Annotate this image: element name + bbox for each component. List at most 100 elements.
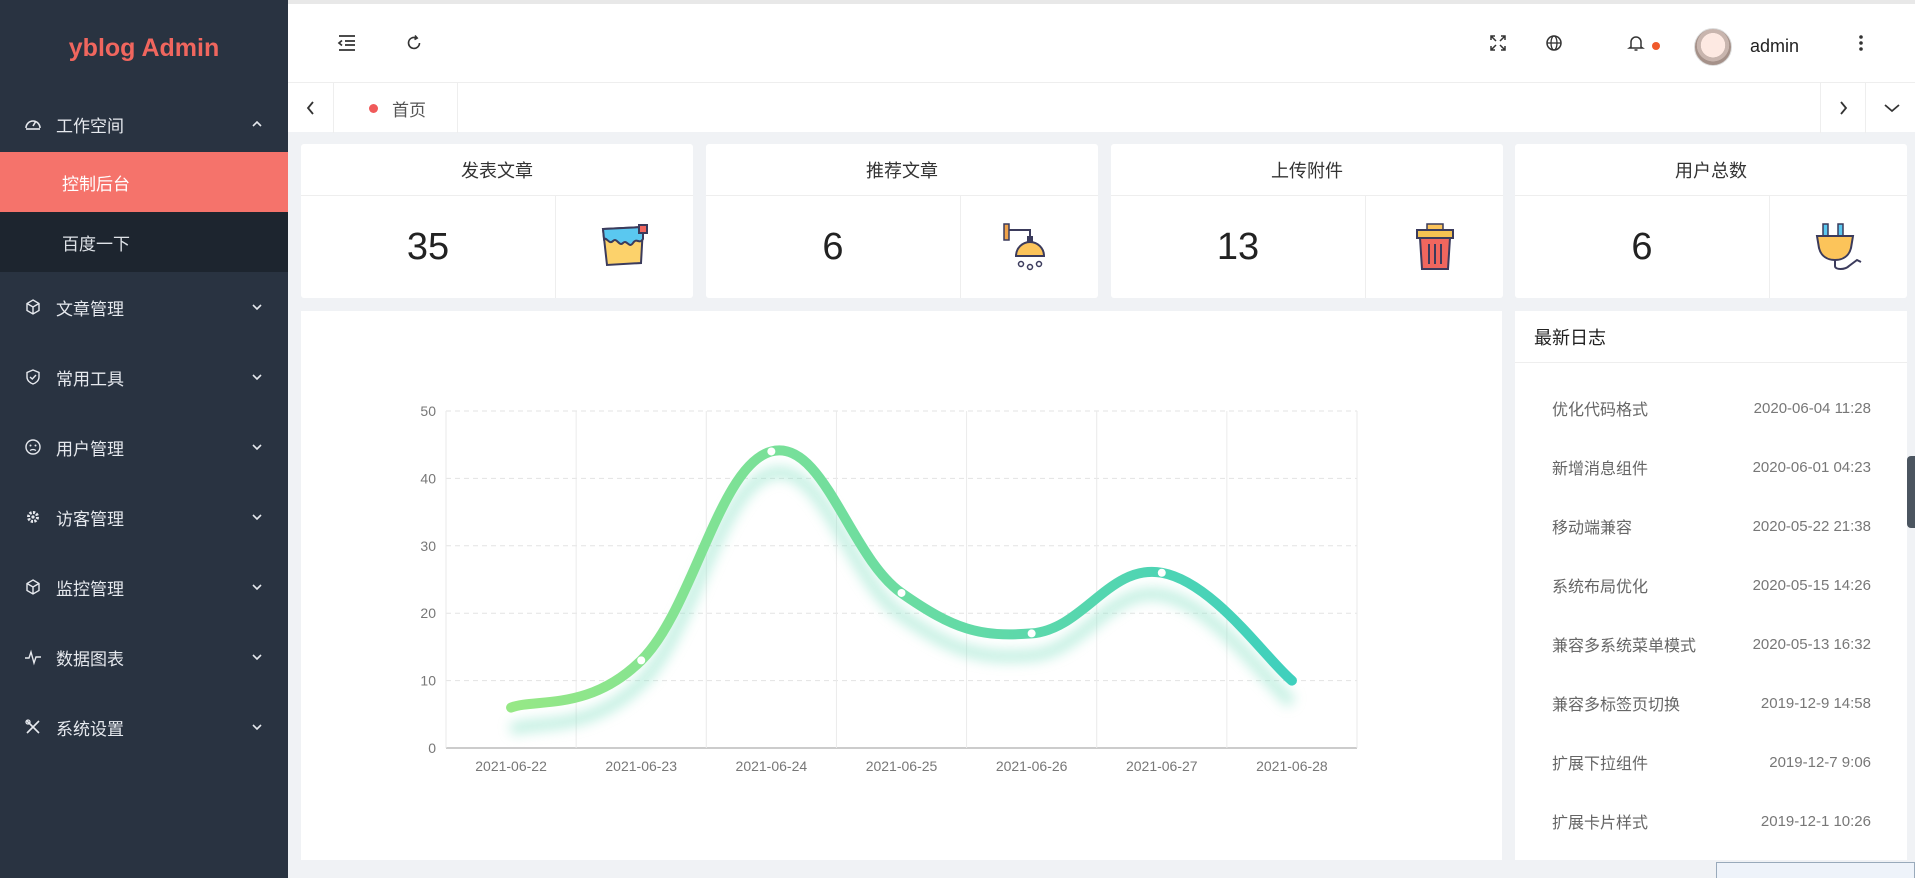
log-item: 新增消息组件 2020-06-01 04:23 (1552, 455, 1871, 479)
y-tick-label: 0 (428, 740, 436, 756)
dashboard-icon (24, 115, 42, 133)
data-point (1157, 568, 1166, 577)
menu-visitors[interactable]: 访客管理 (0, 482, 288, 552)
stat-value: 6 (1515, 196, 1770, 298)
shield-icon (24, 368, 42, 386)
globe-icon[interactable] (1543, 32, 1565, 54)
log-item-time: 2019-12-1 10:26 (1760, 812, 1871, 830)
chevron-down-icon (252, 444, 262, 451)
menu-articles[interactable]: 文章管理 (0, 272, 288, 342)
tab-home-label: 首页 (392, 100, 426, 121)
chevron-down-icon (252, 514, 262, 521)
menu-collapse-icon[interactable] (336, 32, 358, 54)
log-item-time: 2019-12-9 14:58 (1760, 694, 1871, 712)
pulse-icon (24, 648, 42, 666)
log-item-time: 2020-05-15 14:26 (1752, 576, 1871, 594)
sidebar-item-dashboard[interactable]: 控制后台 (0, 152, 288, 212)
menu-settings-label: 系统设置 (56, 719, 124, 740)
stat-value: 6 (706, 196, 961, 298)
log-item-time: 2019-12-7 9:06 (1769, 753, 1871, 771)
x-tick-label: 2021-06-24 (736, 758, 808, 774)
username[interactable]: admin (1750, 36, 1799, 57)
chevron-down-icon (252, 584, 262, 591)
data-point (897, 588, 906, 597)
stat-value: 13 (1111, 196, 1366, 298)
stat-card-articles: 发表文章 35 (301, 144, 693, 298)
sidebar-item-baidu[interactable]: 百度一下 (0, 212, 288, 272)
chevron-up-icon (252, 120, 262, 127)
stat-card-users: 用户总数 6 (1515, 144, 1907, 298)
y-tick-label: 30 (420, 538, 436, 554)
x-tick-label: 2021-06-26 (996, 758, 1068, 774)
log-item-name: 扩展下拉组件 (1552, 754, 1649, 773)
y-tick-label: 10 (420, 673, 436, 689)
more-vertical-icon[interactable] (1850, 32, 1872, 54)
menu-settings[interactable]: 系统设置 (0, 692, 288, 762)
data-point (767, 447, 776, 456)
log-item-name: 系统布局优化 (1552, 577, 1649, 596)
chevron-down-icon (252, 374, 262, 381)
x-tick-label: 2021-06-22 (475, 758, 547, 774)
paint-bucket-icon (556, 196, 693, 298)
face-icon (24, 438, 42, 456)
x-tick-label: 2021-06-25 (866, 758, 938, 774)
tab-scroll-right-icon[interactable] (1820, 83, 1866, 133)
menu-tools-label: 常用工具 (56, 369, 124, 390)
y-tick-label: 20 (420, 605, 436, 621)
menu-visitors-label: 访客管理 (56, 509, 124, 530)
stat-title: 用户总数 (1515, 144, 1907, 196)
log-item-name: 新增消息组件 (1552, 459, 1649, 478)
side-scroll-handle[interactable] (1907, 456, 1915, 528)
stat-value: 35 (301, 196, 556, 298)
recent-log-panel: 最新日志 优化代码格式 2020-06-04 11:28 新增消息组件 2020-06… (1515, 311, 1907, 860)
fullscreen-icon[interactable] (1487, 32, 1509, 54)
log-item: 兼容多系统菜单模式 2020-05-13 16:32 (1552, 632, 1871, 656)
avatar[interactable] (1694, 28, 1732, 66)
log-item: 扩展卡片样式 2019-12-1 10:26 (1552, 809, 1871, 833)
ime-toolbar[interactable] (1716, 862, 1915, 878)
data-point (1027, 629, 1036, 638)
menu-monitor[interactable]: 监控管理 (0, 552, 288, 622)
chevron-down-icon (252, 304, 262, 311)
cube-icon (24, 578, 42, 596)
log-item-name: 移动端兼容 (1552, 518, 1633, 537)
stat-title: 发表文章 (301, 144, 693, 196)
log-item-time: 2020-05-13 16:32 (1752, 635, 1871, 653)
log-item-name: 兼容多标签页切换 (1552, 695, 1681, 714)
menu-users[interactable]: 用户管理 (0, 412, 288, 482)
line-chart: 0 10 20 30 40 50 2021-06-22 2021-06-23 2021-06-2… (420, 403, 1358, 774)
menu-tools[interactable]: 常用工具 (0, 342, 288, 412)
log-item-time: 2020-05-22 21:38 (1752, 517, 1871, 535)
stat-title: 推荐文章 (706, 144, 1098, 196)
stat-card-recommended: 推荐文章 6 (706, 144, 1098, 298)
tab-scroll-left-icon[interactable] (288, 83, 334, 133)
x-tick-label: 2021-06-27 (1126, 758, 1198, 774)
menu-workspace-label: 工作空间 (56, 116, 124, 137)
chevron-down-icon (252, 724, 262, 731)
top-header: admin (288, 0, 1915, 82)
refresh-icon[interactable] (403, 32, 425, 54)
log-item-name: 兼容多系统菜单模式 (1552, 636, 1697, 655)
active-tab-dot (369, 103, 378, 113)
tabs-bar: 首页 (288, 82, 1915, 133)
shower-icon (961, 196, 1098, 298)
tab-dropdown-icon[interactable] (1868, 83, 1915, 133)
notification-dot (1652, 42, 1660, 50)
line-chart-panel: 0 10 20 30 40 50 2021-06-22 2021-06-23 2021-06-2… (301, 311, 1502, 860)
log-item: 优化代码格式 2020-06-04 11:28 (1552, 396, 1871, 420)
tab-home[interactable]: 首页 (338, 83, 458, 133)
sidebar: yblog Admin 工作空间 控制后台 百度一下 文章管理 常用工具 用户管… (0, 0, 288, 878)
log-item-time: 2020-06-04 11:28 (1753, 399, 1871, 417)
series-line-shadow (509, 466, 1296, 736)
bell-icon[interactable] (1625, 32, 1647, 54)
series-line (506, 445, 1297, 713)
log-item-name: 优化代码格式 (1552, 400, 1649, 419)
log-item-name: 扩展卡片样式 (1552, 813, 1649, 832)
log-item: 移动端兼容 2020-05-22 21:38 (1552, 514, 1871, 538)
menu-workspace[interactable]: 工作空间 (0, 96, 288, 152)
tools-icon (24, 718, 42, 736)
menu-charts[interactable]: 数据图表 (0, 622, 288, 692)
app-logo: yblog Admin (68, 33, 220, 62)
stat-card-uploads: 上传附件 13 (1111, 144, 1503, 298)
menu-charts-label: 数据图表 (56, 649, 124, 670)
